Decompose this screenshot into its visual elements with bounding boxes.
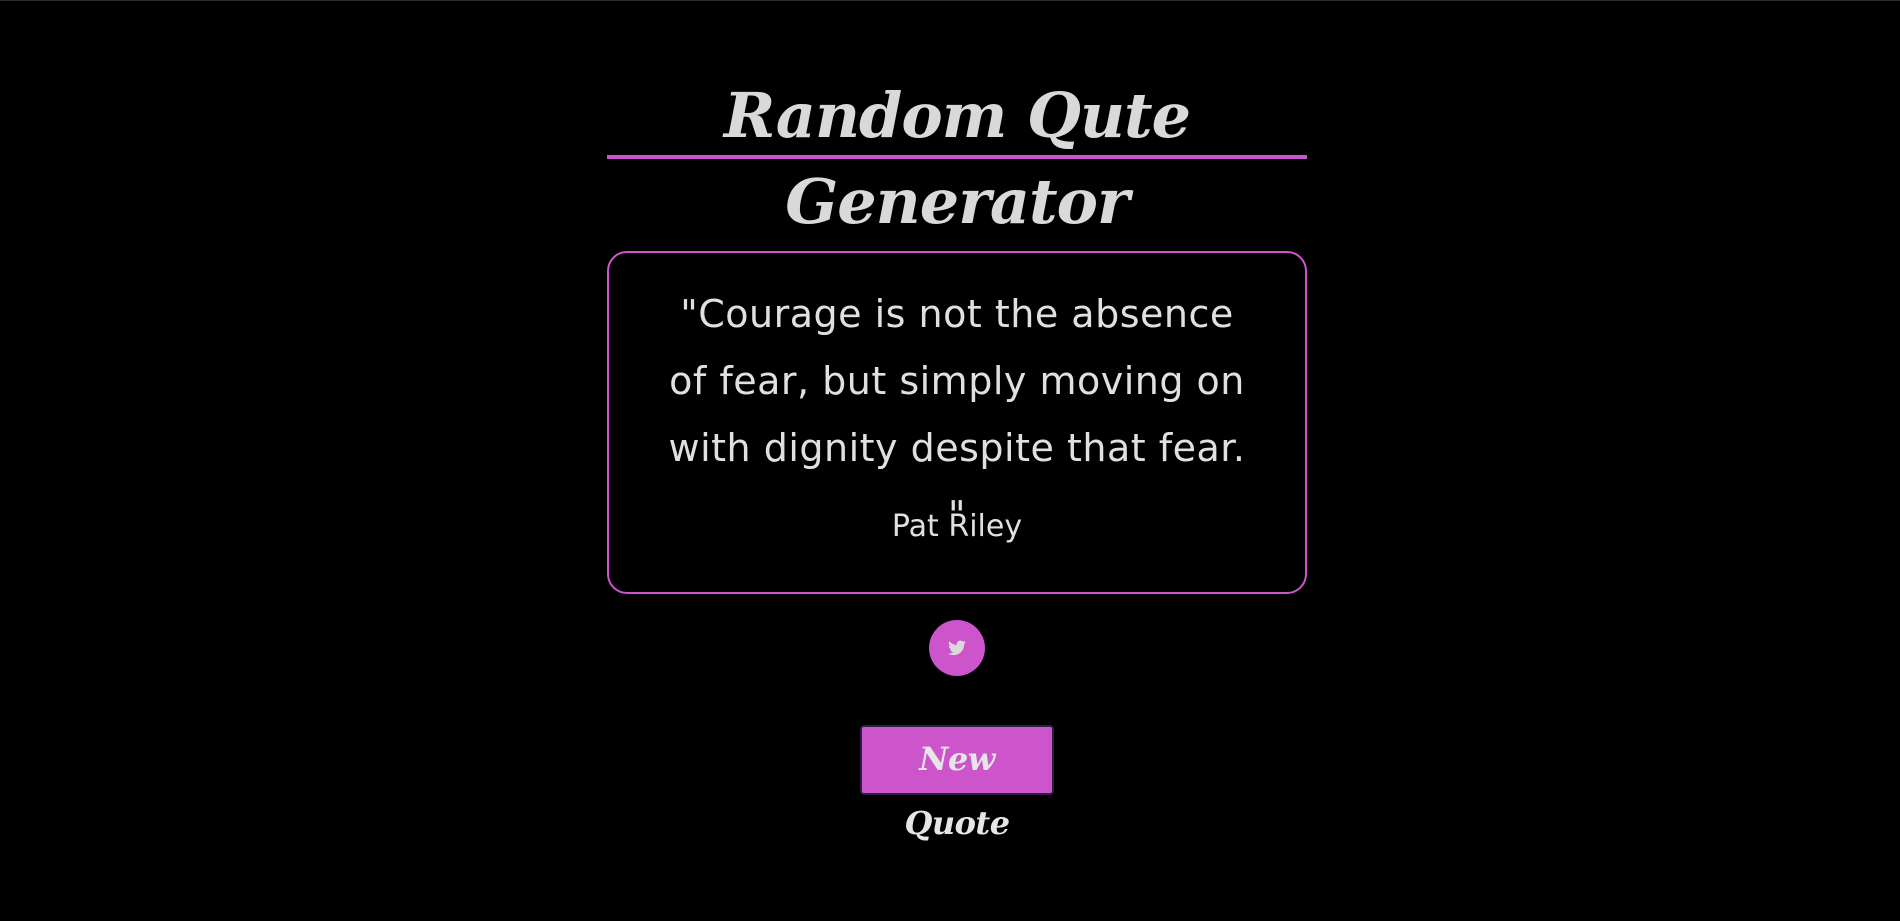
quote-card: "Courage is not the absence of fear, but… [607, 251, 1307, 594]
new-quote-button[interactable]: New Quote [860, 725, 1054, 842]
title-underline-divider [607, 155, 1307, 159]
page-title: Random Qute Generator [723, 79, 1191, 238]
quote-author: Pat Riley [891, 509, 1023, 544]
quote-generator-page: Random Qute Generator "Courage is not th… [0, 1, 1900, 921]
twitter-bird-icon [948, 640, 966, 656]
tweet-quote-button[interactable] [929, 620, 985, 676]
